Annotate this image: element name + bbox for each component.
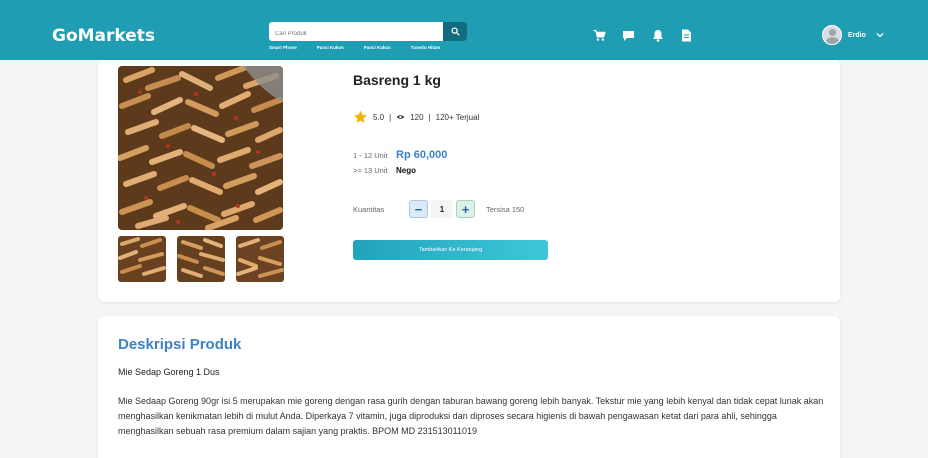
quick-link-panci-kukus-2[interactable]: Panci Kukus xyxy=(364,45,391,50)
thumbnail-strip xyxy=(118,236,284,282)
star-icon xyxy=(354,110,367,123)
price-tier-label: 1 - 12 Unit xyxy=(353,150,388,160)
quick-link-panci-kukus[interactable]: Panci Kukus xyxy=(317,45,344,50)
product-card: Basreng 1 kg 5.0 | 120 | 120+ Terjual 1 … xyxy=(98,60,840,302)
separator: | xyxy=(428,112,431,122)
search-icon xyxy=(450,27,460,36)
thumbnail-2[interactable] xyxy=(177,236,225,282)
product-main-image[interactable] xyxy=(118,66,283,230)
chat-button[interactable] xyxy=(622,29,635,42)
avatar xyxy=(822,25,842,45)
notification-button[interactable] xyxy=(651,29,664,42)
search-button[interactable] xyxy=(443,22,467,41)
description-body: Mie Sedaap Goreng 90gr isi 5 merupakan m… xyxy=(118,396,824,436)
sold-count: 120+ Terjual xyxy=(435,112,480,122)
add-to-cart-button[interactable]: Tambahkan Ke Keranjang xyxy=(353,240,548,260)
description-subtitle: Mie Sedap Goreng 1 Dus xyxy=(118,367,220,377)
view-count: 120 xyxy=(410,112,424,122)
thumbnail-3[interactable] xyxy=(236,236,284,282)
eye-icon xyxy=(396,115,405,119)
description-title: Deskripsi Produk xyxy=(118,336,242,353)
basreng-thumbnail xyxy=(177,236,225,282)
quantity-row: Kuantitas − + Tersisa 150 xyxy=(353,200,524,218)
user-name: Erdio xyxy=(848,31,866,39)
price-tier-1: 1 - 12 Unit Rp 60,000 xyxy=(353,149,447,161)
orders-button[interactable] xyxy=(680,29,693,42)
cart-icon xyxy=(593,29,606,41)
top-navbar: GoMarkets Smart Phone Panci Kukus Panci … xyxy=(0,0,928,60)
basreng-thumbnail xyxy=(236,236,284,282)
chat-icon xyxy=(623,30,634,41)
search-bar xyxy=(269,22,467,44)
quick-links: Smart Phone Panci Kukus Panci Kukus Tuxe… xyxy=(269,45,460,50)
cart-button[interactable] xyxy=(593,29,606,42)
nav-icons xyxy=(593,29,693,42)
rating-row: 5.0 | 120 | 120+ Terjual xyxy=(353,110,479,124)
quantity-input[interactable] xyxy=(431,200,453,218)
quick-link-tuxedo-hitam[interactable]: Tuxedo Hitam xyxy=(411,45,440,50)
price-value: Rp 60,000 xyxy=(396,149,448,161)
thumbnail-1[interactable] xyxy=(118,236,166,282)
brand-logo[interactable]: GoMarkets xyxy=(52,26,155,46)
basreng-thumbnail xyxy=(118,236,166,282)
price-tier-2: >= 13 Unit Nego xyxy=(353,166,416,175)
document-icon xyxy=(682,29,691,42)
quantity-label: Kuantitas xyxy=(353,204,385,214)
quick-link-smart-phone[interactable]: Smart Phone xyxy=(269,45,297,50)
product-title: Basreng 1 kg xyxy=(353,72,441,88)
decrease-quantity-button[interactable]: − xyxy=(409,200,428,218)
stock-remaining: Tersisa 150 xyxy=(486,204,525,214)
description-card: Deskripsi Produk Mie Sedap Goreng 1 Dus … xyxy=(98,316,840,458)
price-tier-label: >= 13 Unit xyxy=(353,166,388,175)
price-value: Nego xyxy=(396,166,416,175)
basreng-photo xyxy=(118,66,283,230)
separator: | xyxy=(389,112,392,122)
increase-quantity-button[interactable]: + xyxy=(456,200,475,218)
search-input[interactable] xyxy=(269,24,439,44)
bell-icon xyxy=(652,30,663,42)
chevron-down-icon xyxy=(876,33,884,38)
user-menu[interactable]: Erdio xyxy=(822,25,884,45)
rating-value: 5.0 xyxy=(373,112,385,122)
